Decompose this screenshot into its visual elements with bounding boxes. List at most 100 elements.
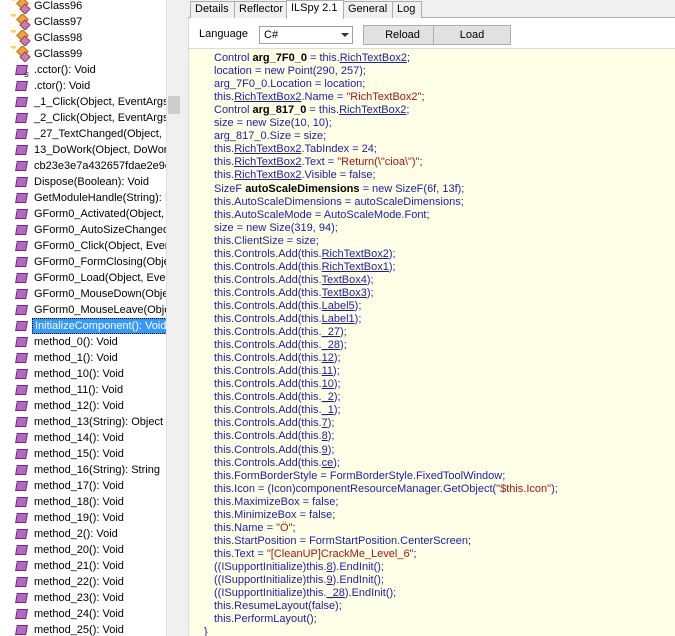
code-reference-link[interactable]: RichTextBox2 — [234, 91, 301, 103]
load-button[interactable]: Load — [433, 25, 511, 45]
tree-item[interactable]: GForm0_Load(Object, Even — [0, 270, 166, 286]
code-line: this.Controls.Add(this._2); — [214, 391, 341, 404]
method-icon — [14, 446, 30, 462]
code-reference-link[interactable]: RichTextBox2 — [234, 156, 301, 168]
tree-item[interactable]: method_21(): Void — [0, 558, 166, 574]
code-reference-link[interactable]: _1 — [322, 404, 334, 416]
code-reference-link[interactable]: _27 — [322, 326, 340, 338]
code-token: this.Controls.Add(this. — [214, 378, 322, 391]
tree-scrollbar-thumb[interactable] — [168, 96, 180, 114]
tree-item[interactable]: method_24(): Void — [0, 606, 166, 622]
method-icon — [14, 222, 30, 238]
tree-item[interactable]: method_14(): Void — [0, 430, 166, 446]
member-tree[interactable]: GClass96 GClass97 GClass98 GClass99 .cctor()… — [0, 0, 180, 636]
tree-item[interactable]: GForm0_MouseDown(Objec — [0, 286, 166, 302]
code-reference-link[interactable]: RichTextBox2 — [322, 248, 389, 260]
code-string-literal: "$this.Icon" — [496, 482, 552, 495]
code-view[interactable]: Control arg_7F0_0 = this.RichTextBox2; lo… — [189, 48, 675, 636]
tree-item[interactable]: GForm0_Activated(Object, — [0, 206, 166, 222]
code-reference-link[interactable]: _28 — [327, 587, 345, 599]
code-local-declaration: arg_7F0_0 — [252, 52, 307, 64]
tree-item[interactable]: _27_TextChanged(Object, — [0, 126, 166, 142]
tree-item[interactable]: InitializeComponent(): Void — [0, 318, 166, 334]
tree-item-label: method_16(String): String — [34, 464, 160, 476]
tree-item[interactable]: GForm0_AutoSizeChanged( — [0, 222, 166, 238]
tree-item[interactable]: method_10(): Void — [0, 366, 166, 382]
tree-item[interactable]: method_1(): Void — [0, 350, 166, 366]
code-reference-link[interactable]: TextBox4 — [322, 274, 367, 286]
tree-item[interactable]: Dispose(Boolean): Void — [0, 174, 166, 190]
code-reference-link[interactable]: RichTextBox1 — [322, 261, 389, 273]
tree-item[interactable]: method_13(String): Object — [0, 414, 166, 430]
tree-item[interactable]: method_22(): Void — [0, 574, 166, 590]
code-reference-link[interactable]: TextBox3 — [322, 287, 367, 299]
tree-item[interactable]: method_12(): Void — [0, 398, 166, 414]
reload-button[interactable]: Reload — [363, 25, 442, 45]
code-token: this.Text = — [214, 547, 267, 560]
tree-item[interactable]: method_15(): Void — [0, 446, 166, 462]
code-token: } — [204, 626, 208, 636]
code-line: this.Controls.Add(this.TextBox3); — [214, 287, 374, 300]
tab-reflector[interactable]: Reflector — [234, 1, 288, 18]
code-reference-link[interactable]: _2 — [322, 391, 334, 403]
method-icon — [14, 574, 30, 590]
method-icon — [14, 302, 30, 318]
code-reference-link[interactable]: RichTextBox2 — [339, 104, 406, 116]
tree-item[interactable]: GForm0_FormClosing(Objec — [0, 254, 166, 270]
tree-item[interactable]: .cctor(): Void — [0, 62, 166, 78]
code-line: this.RichTextBox2.Name = "RichTextBox2"; — [214, 91, 425, 104]
tree-item[interactable]: GClass99 — [0, 46, 166, 62]
code-reference-link[interactable]: RichTextBox2 — [234, 143, 301, 155]
code-reference-link[interactable]: 12 — [322, 352, 334, 364]
language-select[interactable]: C# — [259, 26, 353, 44]
tree-item-label: GForm0_Click(Object, Event — [34, 240, 166, 252]
tree-item[interactable]: method_18(): Void — [0, 494, 166, 510]
tree-item[interactable]: method_16(String): String — [0, 462, 166, 478]
tree-item[interactable]: _1_Click(Object, EventArgs — [0, 94, 166, 110]
tree-item[interactable]: cb23e3e7a432657fdae2e9c — [0, 158, 166, 174]
tree-item[interactable]: method_0(): Void — [0, 334, 166, 350]
language-select-value: C# — [264, 29, 279, 41]
tree-item[interactable]: GClass97 — [0, 14, 166, 30]
method-icon — [14, 270, 30, 286]
tab-ilspy[interactable]: ILSpy 2.1 — [286, 0, 344, 19]
code-token: this.Controls.Add(this. — [214, 286, 322, 299]
tab-general[interactable]: General — [343, 1, 393, 18]
tree-item[interactable]: GClass98 — [0, 30, 166, 46]
code-reference-link[interactable]: ce — [322, 457, 334, 469]
tree-item[interactable]: method_11(): Void — [0, 382, 166, 398]
tree-item[interactable]: GForm0_MouseLeave(Objec — [0, 302, 166, 318]
method-icon — [14, 238, 30, 254]
pane-splitter[interactable] — [180, 0, 188, 636]
tree-item[interactable]: method_20(): Void — [0, 542, 166, 558]
code-reference-link[interactable]: RichTextBox2 — [340, 52, 407, 64]
tree-item[interactable]: method_25(): Void — [0, 622, 166, 636]
code-reference-link[interactable]: _28 — [322, 339, 340, 351]
tree-scrollbar[interactable] — [166, 0, 180, 636]
code-reference-link[interactable]: Label5 — [322, 300, 355, 312]
code-line: this.Controls.Add(this.9); — [214, 444, 334, 457]
code-token: = new SizeF(6f, 13f); — [359, 182, 465, 195]
tree-item[interactable]: .ctor(): Void — [0, 78, 166, 94]
method-icon — [14, 430, 30, 446]
code-reference-link[interactable]: RichTextBox2 — [234, 169, 301, 181]
code-reference-link[interactable]: 10 — [322, 378, 334, 390]
code-reference-link[interactable]: Label1 — [322, 313, 355, 325]
tree-item[interactable]: GetModuleHandle(String): In — [0, 190, 166, 206]
tree-item[interactable]: method_23(): Void — [0, 590, 166, 606]
code-reference-link[interactable]: 11 — [322, 365, 333, 377]
tree-item[interactable]: method_19(): Void — [0, 510, 166, 526]
tree-item[interactable]: 13_DoWork(Object, DoWor — [0, 142, 166, 158]
tree-item[interactable]: method_2(): Void — [0, 526, 166, 542]
tree-item[interactable]: GForm0_Click(Object, Event — [0, 238, 166, 254]
code-token: ); — [327, 443, 335, 456]
tree-item[interactable]: _2_Click(Object, EventArgs — [0, 110, 166, 126]
tab-details[interactable]: Details — [190, 1, 235, 18]
tree-item[interactable]: GClass96 — [0, 0, 166, 14]
tree-item[interactable]: method_17(): Void — [0, 478, 166, 494]
tree-item-label: method_18(): Void — [34, 496, 124, 508]
code-line: this.Text = "[CleanUP]CrackMe_Level_6"; — [214, 548, 417, 561]
code-line: Control arg_7F0_0 = this.RichTextBox2; — [214, 52, 410, 65]
tab-log[interactable]: Log — [392, 1, 422, 18]
tree-item-label: .cctor(): Void — [34, 64, 96, 76]
